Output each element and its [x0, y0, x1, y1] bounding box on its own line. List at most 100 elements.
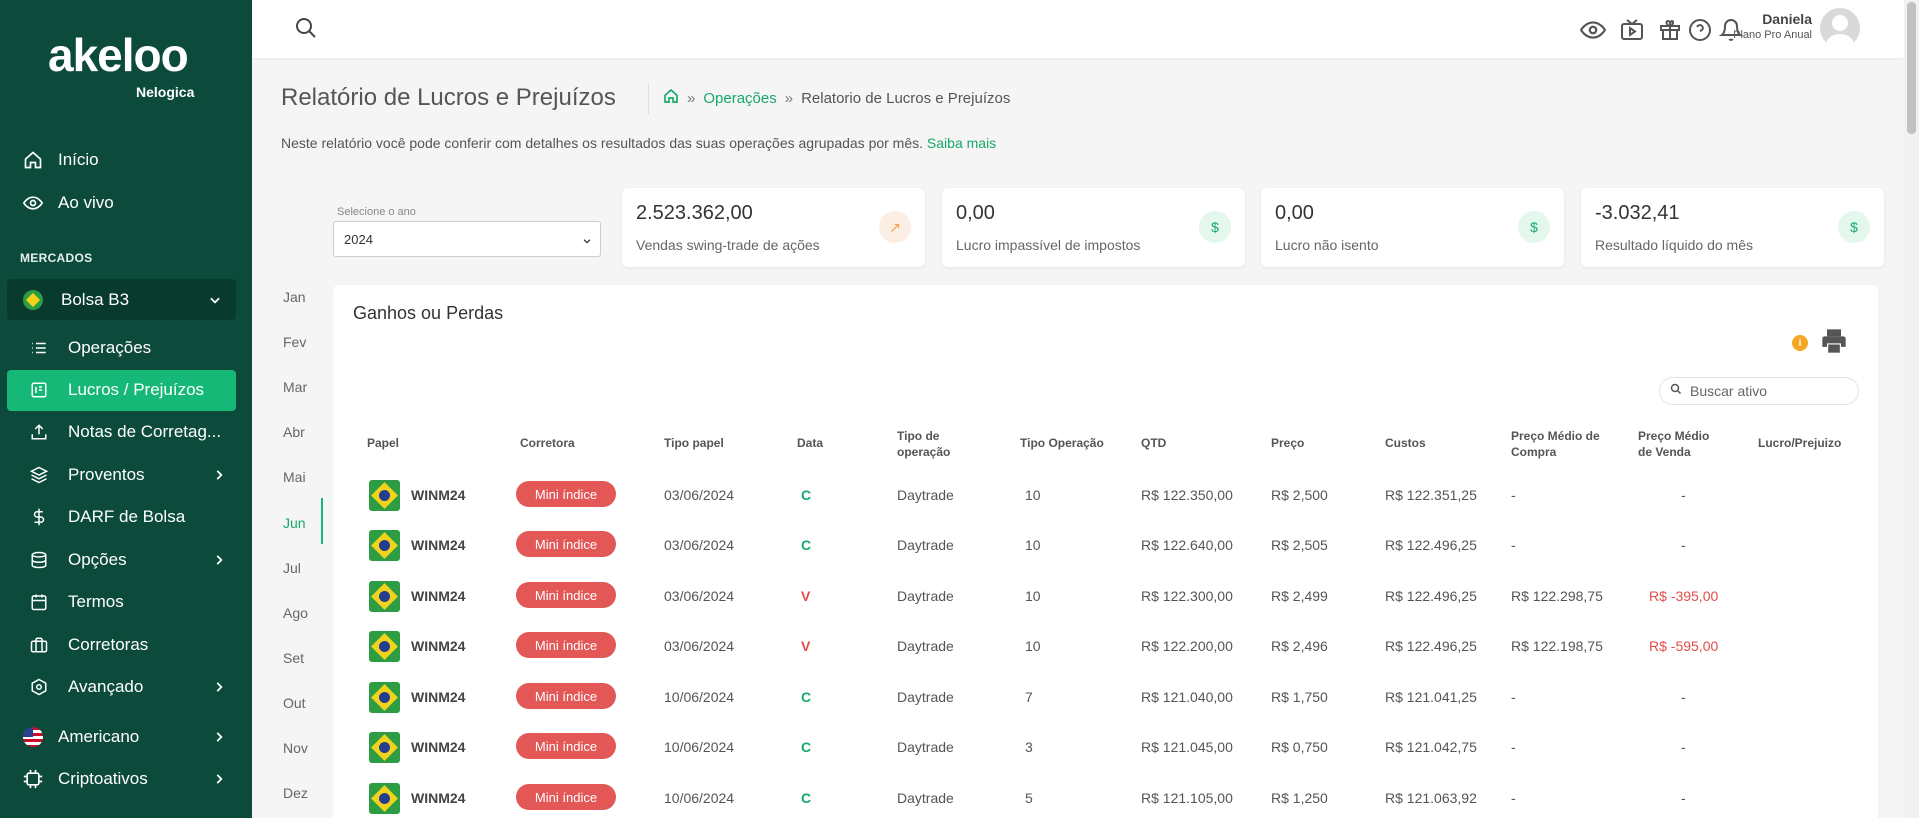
sidebar-item-inicio[interactable]: Início	[0, 140, 252, 180]
sidebar-item-lucros-prejuizos[interactable]: Lucros / Prejuízos	[0, 370, 252, 410]
month-ago[interactable]: Ago	[283, 605, 308, 621]
avatar[interactable]	[1820, 8, 1860, 48]
cell-papel[interactable]: WINM24	[411, 689, 465, 705]
search-box	[1659, 377, 1859, 405]
brazil-flag-icon	[369, 530, 400, 561]
chevron-right-icon	[212, 552, 226, 572]
cell-pm-venda: R$ -595,00	[1649, 638, 1719, 654]
cell-cv: C	[801, 537, 812, 553]
home-icon[interactable]	[663, 88, 679, 108]
cell-qtd: 10	[1025, 537, 1041, 553]
cell-data: 10/06/2024	[664, 739, 735, 755]
brazil-flag-icon	[369, 783, 400, 814]
brazil-flag-icon	[369, 631, 400, 662]
cell-preco: R$ 2,500	[1271, 487, 1328, 503]
list-icon	[28, 337, 50, 359]
cell-pm-compra: R$ 122.298,75	[1511, 588, 1603, 604]
cell-tipo-operacao: Daytrade	[897, 588, 954, 604]
month-dez[interactable]: Dez	[283, 785, 308, 801]
sidebar-item-label: DARF de Bolsa	[68, 507, 186, 526]
search-input[interactable]	[1690, 383, 1850, 399]
cell-tipo-operacao: Daytrade	[897, 638, 954, 654]
sidebar-item-notas[interactable]: Notas de Corretag...	[0, 412, 252, 452]
cell-pm-compra: -	[1511, 487, 1516, 503]
search-icon[interactable]	[294, 16, 318, 45]
sidebar-item-criptoativos[interactable]: Criptoativos	[0, 759, 252, 799]
cell-qtd: 10	[1025, 487, 1041, 503]
month-mai[interactable]: Mai	[283, 469, 306, 485]
cell-papel[interactable]: WINM24	[411, 790, 465, 806]
sidebar: akeloo Nelogica Início Ao vivo MERCADOS …	[0, 0, 252, 818]
month-mar[interactable]: Mar	[283, 379, 307, 395]
cell-custos: R$ 121.041,25	[1385, 689, 1477, 705]
stat-label: Lucro não isento	[1275, 237, 1379, 253]
breadcrumb-link-operacoes[interactable]: Operações	[703, 90, 776, 107]
video-icon[interactable]	[1619, 17, 1645, 43]
cell-tipo-operacao: Daytrade	[897, 537, 954, 553]
month-out[interactable]: Out	[283, 695, 306, 711]
stat-card-lucro-nao-isento: 0,00 Lucro não isento $	[1261, 188, 1564, 267]
sidebar-item-bolsa-b3[interactable]: Bolsa B3	[7, 279, 236, 320]
cell-custos: R$ 121.042,75	[1385, 739, 1477, 755]
column-header-tipo-operacao: Tipo Operação	[1020, 436, 1104, 450]
saiba-mais-link[interactable]: Saiba mais	[927, 135, 996, 151]
column-header-lucro-prejuizo: Lucro/Prejuizo	[1758, 436, 1842, 450]
cell-papel[interactable]: WINM24	[411, 487, 465, 503]
breadcrumb-current: Relatorio de Lucros e Prejuízos	[801, 89, 1011, 107]
cell-preco: R$ 1,750	[1271, 689, 1328, 705]
cell-preco: R$ 2,496	[1271, 638, 1328, 654]
cell-data: 10/06/2024	[664, 790, 735, 806]
info-icon[interactable]: i	[1792, 335, 1808, 351]
scrollbar-thumb[interactable]	[1907, 2, 1916, 134]
print-icon[interactable]	[1820, 327, 1848, 360]
cell-valor: R$ 122.300,00	[1141, 588, 1233, 604]
help-icon[interactable]	[1687, 17, 1713, 43]
stat-value: 2.523.362,00	[636, 202, 753, 224]
month-fev[interactable]: Fev	[283, 334, 306, 350]
year-select[interactable]: 2024	[333, 221, 601, 257]
tag-corretora: Mini índice	[516, 481, 616, 507]
chevron-right-icon	[212, 771, 226, 791]
sidebar-item-opcoes[interactable]: Opções	[0, 540, 252, 580]
cell-papel[interactable]: WINM24	[411, 537, 465, 553]
cell-papel[interactable]: WINM24	[411, 588, 465, 604]
month-nov[interactable]: Nov	[283, 740, 308, 756]
cell-papel[interactable]: WINM24	[411, 638, 465, 654]
column-header-preco: Preço	[1271, 436, 1305, 450]
sidebar-item-darf[interactable]: DARF de Bolsa	[0, 497, 252, 537]
month-jul[interactable]: Jul	[283, 560, 301, 576]
cell-custos: R$ 122.496,25	[1385, 537, 1477, 553]
chevron-down-icon	[208, 292, 222, 312]
sidebar-item-ao-vivo[interactable]: Ao vivo	[0, 183, 252, 223]
sidebar-item-americano[interactable]: Americano	[0, 717, 252, 757]
sidebar-item-label: Criptoativos	[58, 769, 148, 788]
chevron-right-icon	[212, 729, 226, 749]
gift-icon[interactable]	[1657, 17, 1683, 43]
cell-pm-venda: -	[1681, 739, 1686, 755]
month-jun[interactable]: Jun	[283, 515, 306, 531]
layers-icon	[28, 464, 50, 486]
month-jan[interactable]: Jan	[283, 289, 306, 305]
cell-qtd: 5	[1025, 790, 1033, 806]
panel-title: Ganhos ou Perdas	[353, 303, 504, 323]
month-abr[interactable]: Abr	[283, 424, 305, 440]
eye-icon[interactable]	[1580, 17, 1606, 43]
sidebar-item-proventos[interactable]: Proventos	[0, 455, 252, 495]
cell-custos: R$ 121.063,92	[1385, 790, 1477, 806]
cell-data: 03/06/2024	[664, 537, 735, 553]
cell-tipo-operacao: Daytrade	[897, 487, 954, 503]
sidebar-item-operacoes[interactable]: Operações	[0, 328, 252, 368]
active-month-indicator	[321, 498, 323, 544]
chevron-right-icon	[212, 679, 226, 699]
sidebar-item-termos[interactable]: Termos	[0, 582, 252, 622]
cell-pm-venda: -	[1681, 790, 1686, 806]
column-header-preco-medio-venda: Preço Médio de Venda	[1638, 429, 1710, 459]
sidebar-item-avancado[interactable]: Avançado	[0, 667, 252, 707]
sidebar-item-corretoras[interactable]: Corretoras	[0, 625, 252, 665]
breadcrumb-separator: »	[687, 89, 696, 107]
month-set[interactable]: Set	[283, 650, 304, 666]
eye-icon	[22, 192, 44, 214]
cell-papel[interactable]: WINM24	[411, 739, 465, 755]
page-scrollbar[interactable]	[1904, 0, 1919, 818]
cell-qtd: 10	[1025, 588, 1041, 604]
